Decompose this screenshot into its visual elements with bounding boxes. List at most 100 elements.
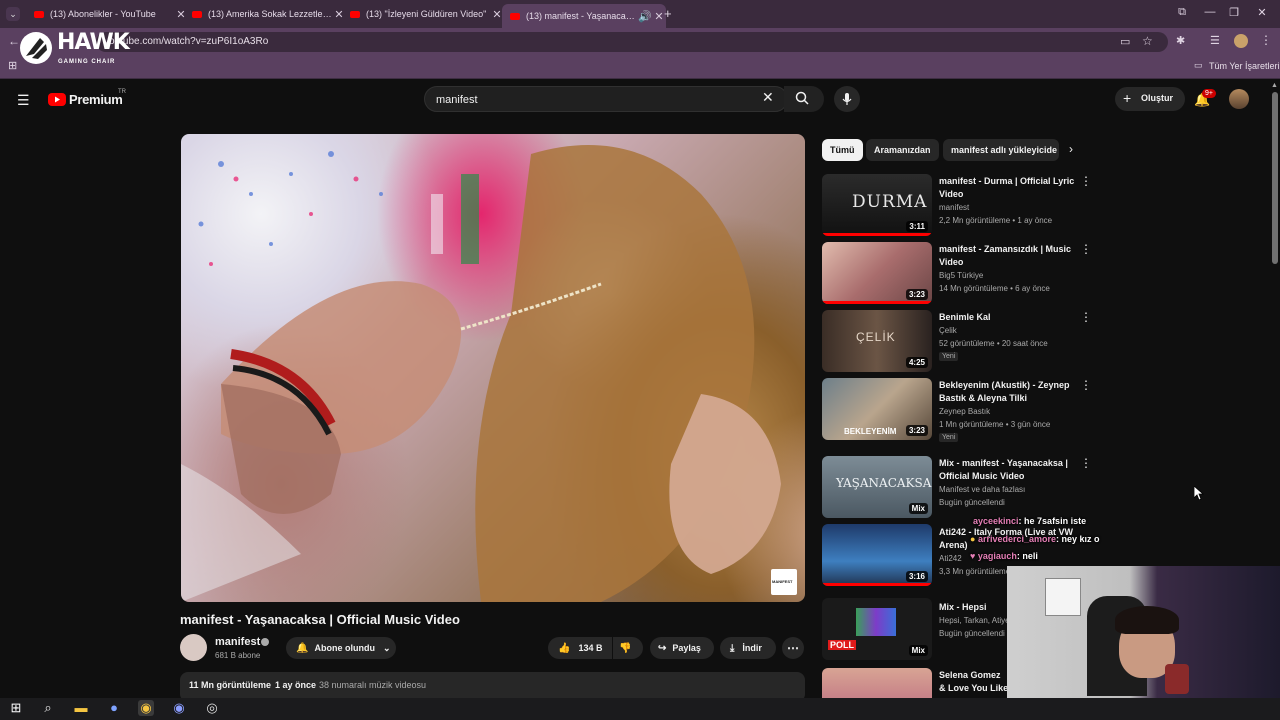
duration-badge: 3:11 [906, 221, 928, 232]
thumbnail-text: ÇELİK [856, 330, 896, 344]
related-title: Bekleyenim (Akustik) - Zeynep Bastık & A… [939, 380, 1070, 403]
browser-tab[interactable]: (13) "İzleyeni Güldüren Video" ✕ [344, 4, 504, 24]
extensions-icon[interactable]: ✱ [1176, 34, 1185, 47]
related-title: Benimle Kal [939, 312, 991, 322]
channel-name[interactable]: manifest [215, 636, 260, 648]
video-thumbnail: 3:23 [822, 242, 932, 304]
scroll-up-icon[interactable]: ▲ [1271, 82, 1278, 89]
verified-icon [261, 638, 269, 646]
chip-all[interactable]: Tümü [822, 139, 863, 161]
all-bookmarks-link[interactable]: Tüm Yer İşaretleri [1209, 61, 1280, 71]
back-icon[interactable]: ← [8, 34, 20, 48]
more-options-icon[interactable]: ⋮ [1080, 378, 1092, 392]
related-meta: 14 Mn görüntüleme • 6 ay önce [939, 284, 1050, 293]
thumbs-down-icon: 👎 [619, 642, 632, 654]
file-explorer-icon[interactable]: ▬ [73, 700, 89, 716]
chip-from-search[interactable]: Aramanızdan [866, 139, 939, 161]
thumbnail-text: YAŞANACAKSA [836, 476, 932, 490]
taskbar-search-icon[interactable]: ⌕ [40, 700, 56, 716]
profile-avatar[interactable] [1234, 34, 1248, 48]
related-channel: Çelik [939, 326, 957, 335]
youtube-logo-text: Premium [69, 92, 123, 107]
new-tab-button[interactable]: + [664, 6, 672, 21]
hawk-brand: HAWK [57, 30, 130, 55]
related-video[interactable]: BEKLEYENİM 3:23 Bekleyenim (Akustik) - Z… [822, 378, 1092, 442]
like-button[interactable]: 👍 134 B [548, 637, 612, 659]
channel-avatar[interactable] [180, 634, 207, 661]
subscribe-button[interactable]: 🔔 Abone olundu ⌄ [286, 637, 396, 659]
mic-icon [842, 93, 852, 105]
more-options-icon[interactable]: ⋮ [1080, 310, 1092, 324]
tab-title: (13) manifest - Yaşanacaksa [526, 11, 638, 21]
apps-icon[interactable]: ⊞ [8, 59, 17, 72]
more-options-icon[interactable]: ⋮ [1080, 242, 1092, 256]
hawk-brand-sub: GAMING CHAIR [58, 59, 116, 65]
chat-user: yagiauch [977, 551, 1017, 561]
related-video[interactable]: 3:23 manifest - Zamansızdık | Music Vide… [822, 242, 1092, 306]
related-meta: 2,2 Mn görüntüleme • 1 ay önce [939, 216, 1053, 225]
recording-app-icon[interactable]: ◎ [204, 700, 220, 716]
webcam-hair [1115, 606, 1179, 634]
download-icon: ⤓ [730, 642, 735, 654]
chevron-down-icon: ⌄ [382, 642, 391, 653]
bell-icon: 🔔 [296, 642, 309, 654]
related-meta: 52 görüntüleme • 20 saat önce [939, 339, 1048, 348]
webcam-overlay [1007, 566, 1280, 698]
browser-tab[interactable]: (13) Abonelikler - YouTube ✕ [28, 4, 188, 24]
more-options-icon[interactable]: ⋮ [1080, 174, 1092, 188]
voice-search-button[interactable] [834, 86, 860, 112]
browser-tab[interactable]: (13) Amerika Sokak Lezzetleri | ✕ [186, 4, 346, 24]
related-channel: Zeynep Bastık [939, 407, 991, 416]
cast-icon[interactable]: ▭ [1120, 35, 1130, 48]
more-options-icon[interactable]: ⋮ [1080, 456, 1092, 470]
browser-tab-active[interactable]: (13) manifest - Yaşanacaksa 🔊 ✕ [502, 4, 666, 28]
bookmark-star-icon[interactable]: ☆ [1142, 34, 1153, 48]
app-icon[interactable]: ● [106, 700, 122, 716]
upload-age: 1 ay önce [275, 680, 317, 690]
discord-icon[interactable]: ◉ [171, 700, 187, 716]
search-icon [795, 91, 809, 110]
more-actions-button[interactable]: ⋯ [782, 637, 804, 659]
chat-message: ♥ yagiauch: neli [970, 551, 1038, 561]
video-player[interactable] [181, 134, 805, 602]
media-icon[interactable]: ☰ [1210, 34, 1220, 47]
account-avatar[interactable] [1229, 89, 1249, 109]
duration-badge: Mix [908, 645, 928, 656]
chip-from-uploader[interactable]: manifest adlı yükleyicide [943, 139, 1059, 161]
related-video[interactable]: DURMA 3:11 manifest - Durma | Official L… [822, 174, 1092, 238]
window-close-icon[interactable]: ✕ [1252, 6, 1272, 19]
create-button[interactable]: + Oluştur [1115, 87, 1185, 111]
page-scrollbar[interactable] [1272, 92, 1278, 264]
windows-start-icon[interactable]: ⊞ [8, 700, 24, 716]
youtube-favicon-icon [510, 12, 520, 20]
related-video[interactable]: YAŞANACAKSA Mix Mix - manifest - Yaşanac… [822, 456, 1092, 520]
search-input[interactable] [434, 90, 758, 110]
notification-count-badge: 9+ [1202, 89, 1216, 98]
download-button[interactable]: ⤓ İndir [720, 637, 776, 659]
webcam-cup [1165, 664, 1189, 694]
related-meta: Bugün güncellendi [939, 629, 1005, 638]
browser-menu-icon[interactable]: ⋮ [1260, 33, 1272, 47]
tab-search-button[interactable]: ⌄ [6, 7, 20, 21]
video-thumbnail: ÇELİK 4:25 [822, 310, 932, 372]
chevron-right-icon[interactable]: › [1069, 142, 1073, 156]
related-title: manifest - Durma | Official Lyric Video [939, 176, 1075, 199]
subscriber-count: 681 B abone [215, 651, 261, 660]
clear-search-icon[interactable]: ✕ [762, 89, 774, 106]
hawk-logo-icon [20, 32, 52, 64]
dislike-button[interactable]: 👎 [613, 637, 643, 659]
like-count: 134 B [578, 643, 603, 653]
guide-menu-icon[interactable]: ☰ [17, 92, 30, 109]
download-label: İndir [742, 643, 762, 653]
speaker-icon[interactable]: 🔊 [638, 10, 652, 23]
tab-list-icon[interactable]: ⧉ [1172, 6, 1192, 19]
related-video[interactable]: ÇELİK 4:25 Benimle Kal Çelik 52 görüntül… [822, 310, 1092, 374]
share-button[interactable]: ↪ Paylaş [650, 637, 714, 659]
related-channel: Manifest ve daha fazlası [939, 485, 1026, 494]
restore-icon[interactable]: ❐ [1224, 6, 1244, 19]
plus-icon: + [1123, 90, 1132, 106]
chrome-icon[interactable]: ◉ [138, 700, 154, 716]
youtube-logo-icon[interactable] [48, 93, 66, 106]
video-watermark: MANIFEST [771, 569, 797, 595]
minimize-icon[interactable]: — [1200, 6, 1220, 18]
